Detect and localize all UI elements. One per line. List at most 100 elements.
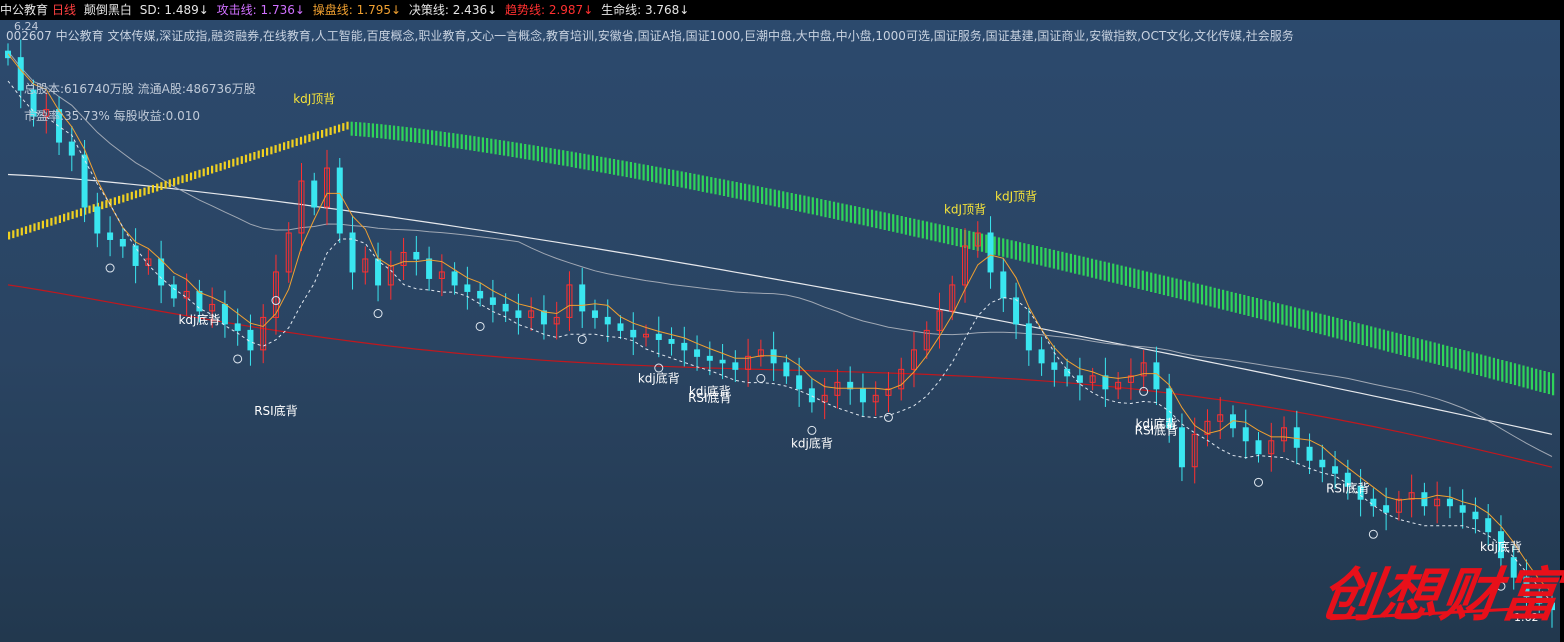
band-tick	[667, 169, 671, 186]
band-tick	[1184, 280, 1187, 301]
band-tick	[486, 138, 489, 153]
band-tick	[1234, 292, 1237, 313]
band-tick	[1412, 337, 1415, 359]
band-tick	[591, 155, 594, 171]
candle-body	[1332, 466, 1339, 474]
band-tick	[447, 132, 451, 148]
band-tick	[232, 158, 235, 167]
band-tick	[164, 180, 167, 189]
band-tick	[600, 156, 603, 173]
band-tick	[689, 173, 692, 190]
band-tick	[1505, 361, 1508, 383]
candle-body	[796, 375, 803, 390]
band-tick	[54, 216, 57, 225]
divergence-label: RSI底背	[1135, 422, 1179, 437]
band-tick	[832, 201, 836, 219]
band-tick	[782, 191, 785, 209]
band-tick	[354, 122, 358, 136]
band-tick	[316, 131, 319, 140]
candle-body	[1038, 349, 1045, 364]
band-tick	[371, 123, 374, 138]
candle-body	[1102, 375, 1109, 390]
band-tick	[1264, 300, 1267, 321]
band-tick	[1272, 302, 1275, 323]
band-tick	[985, 234, 988, 253]
band-tick	[435, 130, 438, 146]
band-tick	[1530, 367, 1533, 390]
band-tick	[1031, 245, 1034, 264]
band-tick	[1302, 309, 1305, 330]
candle-body	[732, 362, 739, 370]
band-tick	[790, 193, 793, 210]
candle-body	[221, 303, 228, 325]
high-price-label: 6.24	[14, 20, 39, 33]
band-tick	[651, 165, 654, 182]
band-tick	[1374, 327, 1377, 349]
band-tick	[1277, 303, 1280, 324]
band-tick	[1196, 283, 1199, 304]
band-tick	[1429, 341, 1432, 363]
band-tick	[570, 151, 573, 168]
total-shares-stat: 总股本:616740万股 流通A股:486736万股	[24, 82, 256, 96]
band-tick	[33, 223, 36, 232]
candle-body	[17, 57, 24, 91]
band-tick	[1103, 261, 1106, 281]
band-tick	[1425, 340, 1428, 362]
divergence-label: kdj底背	[178, 312, 220, 327]
signal-marker	[233, 354, 243, 364]
indicator-header: 中公教育 日线 颠倒黑白 SD: 1.489↓ 攻击线: 1.736↓ 操盘线: …	[0, 0, 1564, 20]
band-tick	[376, 123, 379, 138]
candle-body	[336, 167, 343, 234]
band-tick	[1213, 287, 1216, 308]
band-tick	[46, 219, 49, 228]
band-tick	[972, 231, 975, 250]
band-tick	[397, 126, 400, 141]
band-tick	[63, 213, 66, 222]
band-tick	[663, 168, 666, 185]
band-tick	[1281, 304, 1284, 325]
signal-marker	[756, 373, 766, 383]
candle-body	[451, 271, 458, 286]
band-tick	[312, 132, 315, 141]
candle-body	[1472, 511, 1479, 520]
band-tick	[147, 186, 150, 195]
signal-marker	[1368, 529, 1378, 539]
band-tick	[634, 162, 637, 179]
life-line-value: 生命线: 3.768↓	[601, 3, 690, 17]
band-tick	[1408, 336, 1411, 358]
band-tick	[1289, 306, 1292, 327]
band-tick	[405, 127, 408, 142]
band-tick	[951, 227, 954, 246]
band-tick	[1095, 259, 1098, 279]
band-tick	[765, 187, 768, 205]
candle-body	[1255, 440, 1262, 455]
stock-name: 中公教育	[0, 3, 49, 17]
band-tick	[845, 204, 848, 222]
band-tick	[156, 183, 159, 192]
band-tick	[228, 160, 231, 168]
band-tick	[1251, 297, 1254, 318]
candle-body	[158, 258, 165, 286]
band-tick	[456, 133, 459, 149]
band-tick	[481, 137, 484, 153]
band-tick	[1247, 296, 1250, 316]
white-ma-line	[7, 173, 1553, 435]
band-tick	[731, 181, 734, 198]
candle-body	[107, 232, 114, 240]
band-tick	[8, 231, 11, 240]
band-tick	[925, 221, 929, 240]
candle-body	[1025, 323, 1032, 351]
band-tick	[1501, 360, 1504, 382]
band-tick	[270, 146, 273, 155]
band-tick	[266, 147, 269, 156]
band-tick	[299, 136, 303, 145]
stock-info-line: 002607 中公教育 文体传媒,深证成指,融资融券,在线教育,人工智能,百度概…	[6, 29, 1294, 43]
band-tick	[67, 212, 70, 221]
band-tick	[206, 167, 209, 175]
period-label[interactable]: 日线	[52, 3, 76, 17]
candle-body	[604, 316, 611, 325]
band-tick	[1336, 317, 1339, 339]
band-tick	[418, 128, 421, 143]
band-tick	[12, 230, 15, 239]
band-tick	[1086, 257, 1089, 277]
